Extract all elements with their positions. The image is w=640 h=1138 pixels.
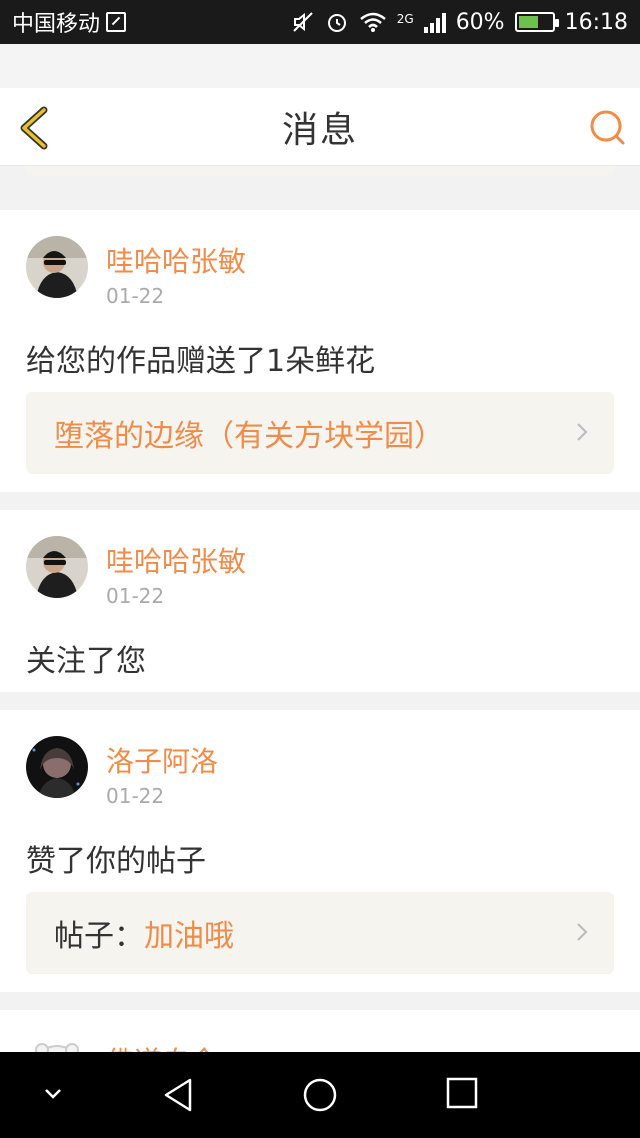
list-item: 哇哈哈张敏 01-22 关注了您: [0, 510, 640, 692]
list-item: 洛子阿洛 01-22 赞了你的帖子 帖子： 加油哦: [0, 710, 640, 992]
chevron-right-icon: [577, 423, 588, 441]
battery-fill: [518, 16, 538, 28]
home-nav-icon[interactable]: [301, 1076, 339, 1114]
username[interactable]: 佛道自命: [106, 1040, 218, 1052]
list-item: 佛道自命: [0, 1010, 640, 1052]
timestamp: 01-22: [106, 584, 165, 608]
sim-icon: [106, 12, 127, 32]
work-link[interactable]: 堕落的边缘（有关方块学园）: [26, 392, 614, 474]
list-item: 哇哈哈张敏 01-22 给您的作品赠送了1朵鲜花 堕落的边缘（有关方块学园）: [0, 210, 640, 492]
signal-icon: [423, 11, 446, 33]
header: 消息: [0, 88, 640, 166]
avatar[interactable]: [26, 236, 88, 298]
hide-keyboard-icon[interactable]: [42, 1086, 64, 1102]
battery-icon: [514, 12, 559, 32]
avatar[interactable]: [26, 536, 88, 598]
username[interactable]: 哇哈哈张敏: [106, 240, 246, 280]
message-text: 给您的作品赠送了1朵鲜花: [26, 344, 376, 379]
system-nav-bar: [0, 1052, 640, 1138]
page-title: 消息: [281, 109, 358, 151]
chevron-right-icon: [577, 923, 588, 941]
status-bar: 中国移动 2G 60% 16:18: [0, 0, 640, 44]
carrier-label: 中国移动: [12, 12, 101, 37]
wifi-icon: [359, 12, 386, 32]
network-type: 2G: [396, 11, 414, 26]
battery-percent: 60%: [455, 9, 505, 35]
timestamp: 01-22: [106, 784, 165, 808]
username[interactable]: 洛子阿洛: [106, 740, 218, 780]
alarm-icon: [327, 14, 346, 32]
recents-nav-icon[interactable]: [445, 1076, 479, 1110]
username[interactable]: 哇哈哈张敏: [106, 540, 246, 580]
search-icon[interactable]: [588, 108, 626, 146]
avatar[interactable]: [26, 736, 88, 798]
work-title: 堕落的边缘（有关方块学园）: [54, 419, 444, 454]
message-text: 关注了您: [26, 644, 146, 679]
clock: 16:18: [564, 9, 628, 35]
timestamp: 01-22: [106, 284, 165, 308]
mute-icon: [293, 12, 313, 32]
post-title: 加油哦: [144, 919, 234, 954]
back-icon[interactable]: [16, 106, 52, 150]
back-nav-icon[interactable]: [160, 1076, 196, 1114]
post-link[interactable]: 帖子： 加油哦: [26, 892, 614, 974]
message-text: 赞了你的帖子: [26, 844, 206, 879]
top-spacer: [0, 44, 640, 88]
post-label: 帖子：: [54, 919, 144, 954]
carrier: 中国移动: [12, 6, 127, 38]
previous-ref-card-edge: [26, 166, 614, 176]
message-list[interactable]: 哇哈哈张敏 01-22 给您的作品赠送了1朵鲜花 堕落的边缘（有关方块学园） 哇…: [0, 166, 640, 1052]
avatar[interactable]: [26, 1036, 88, 1052]
